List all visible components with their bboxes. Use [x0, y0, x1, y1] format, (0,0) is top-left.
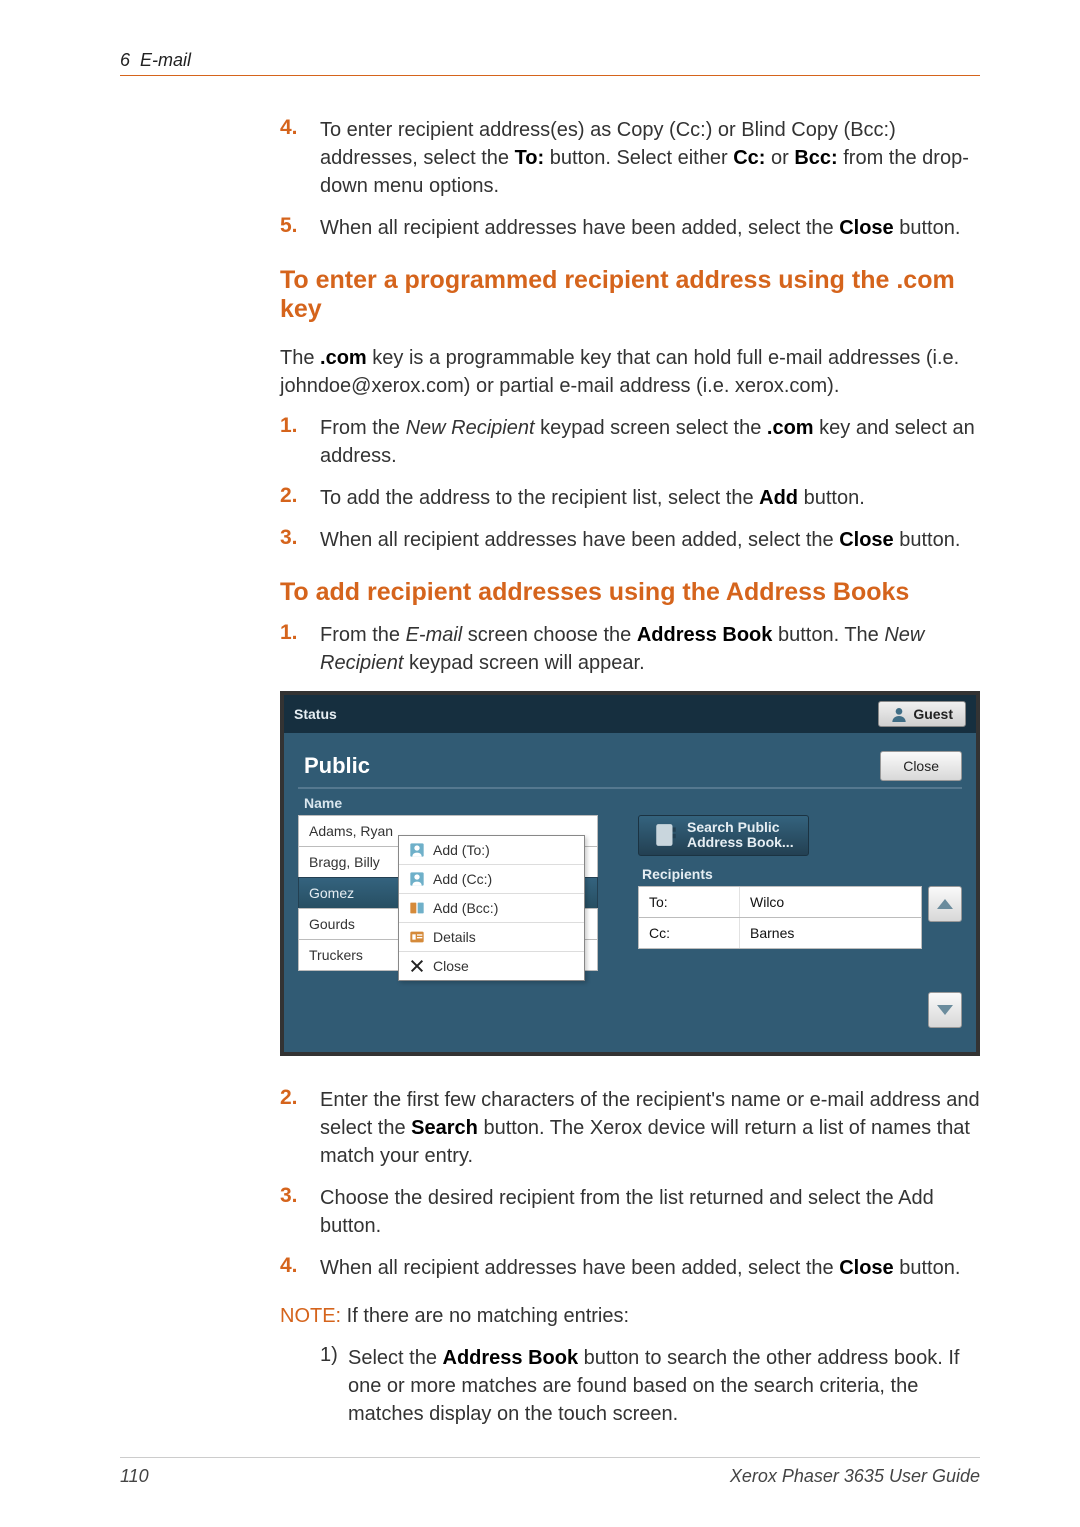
step-text: Enter the first few characters of the re…	[320, 1086, 980, 1170]
user-icon	[891, 706, 907, 722]
dialog-title: Public	[298, 753, 370, 779]
guest-button[interactable]: Guest	[878, 701, 966, 727]
step-text: From the New Recipient keypad screen sel…	[320, 414, 980, 470]
multi-contact-icon	[409, 900, 425, 916]
guide-title: Xerox Phaser 3635 User Guide	[730, 1466, 980, 1487]
substep-text: Select the Address Book button to search…	[348, 1344, 980, 1428]
substep-number: 1)	[320, 1344, 348, 1428]
recipient-type: Cc:	[639, 918, 740, 948]
step-number: 5.	[280, 214, 320, 242]
search-address-book-button[interactable]: Search Public Address Book...	[638, 815, 809, 856]
close-icon	[409, 958, 425, 974]
contact-icon	[409, 871, 425, 887]
step-number: 2.	[280, 1086, 320, 1170]
page-footer: 110 Xerox Phaser 3635 User Guide	[120, 1457, 980, 1487]
name-column-header: Name	[298, 787, 962, 815]
step-number: 4.	[280, 1254, 320, 1282]
note: NOTE: If there are no matching entries:	[280, 1302, 980, 1330]
step-text: From the E-mail screen choose the Addres…	[320, 621, 980, 677]
contact-icon	[409, 842, 425, 858]
chapter-number: 6	[120, 50, 130, 71]
step-number: 1.	[280, 621, 320, 677]
step-number: 3.	[280, 1184, 320, 1240]
chevron-down-icon	[937, 1005, 953, 1015]
step-number: 1.	[280, 414, 320, 470]
recipient-row[interactable]: To: Wilco	[638, 886, 922, 917]
step-number: 4.	[280, 116, 320, 200]
step-text: Choose the desired recipient from the li…	[320, 1184, 980, 1240]
chevron-up-icon	[937, 899, 953, 909]
status-label: Status	[294, 706, 337, 722]
menu-close[interactable]: Close	[399, 952, 584, 980]
context-menu: Add (To:) Add (Cc:) Add (Bcc:)	[398, 835, 585, 981]
address-book-icon	[653, 822, 679, 848]
chapter-title: E-mail	[140, 50, 191, 71]
details-icon	[409, 929, 425, 945]
recipient-type: To:	[639, 887, 740, 917]
step-text: To enter recipient address(es) as Copy (…	[320, 116, 980, 200]
section-heading-ab: To add recipient addresses using the Add…	[280, 578, 980, 607]
note-label: NOTE:	[280, 1305, 341, 1327]
menu-details[interactable]: Details	[399, 923, 584, 952]
menu-add-bcc[interactable]: Add (Bcc:)	[399, 894, 584, 923]
step-text: When all recipient addresses have been a…	[320, 526, 980, 554]
step-text: When all recipient addresses have been a…	[320, 214, 980, 242]
paragraph: The .com key is a programmable key that …	[280, 344, 980, 400]
scroll-down-button[interactable]	[928, 992, 962, 1028]
section-heading-com: To enter a programmed recipient address …	[280, 266, 980, 324]
menu-add-to[interactable]: Add (To:)	[399, 836, 584, 865]
recipient-value: Barnes	[740, 918, 921, 948]
page-number: 110	[120, 1466, 149, 1487]
step-text: To add the address to the recipient list…	[320, 484, 980, 512]
menu-add-cc[interactable]: Add (Cc:)	[399, 865, 584, 894]
step-number: 2.	[280, 484, 320, 512]
recipient-row[interactable]: Cc: Barnes	[638, 917, 922, 949]
step-number: 3.	[280, 526, 320, 554]
recipients-header: Recipients	[638, 856, 962, 886]
address-book-screenshot: Status Guest Public Close Name Adams, Ry…	[280, 691, 980, 1056]
page-header: 6 E-mail	[120, 50, 980, 76]
step-text: When all recipient addresses have been a…	[320, 1254, 980, 1282]
scroll-up-button[interactable]	[928, 886, 962, 922]
close-button[interactable]: Close	[880, 751, 962, 781]
recipient-value: Wilco	[740, 887, 921, 917]
